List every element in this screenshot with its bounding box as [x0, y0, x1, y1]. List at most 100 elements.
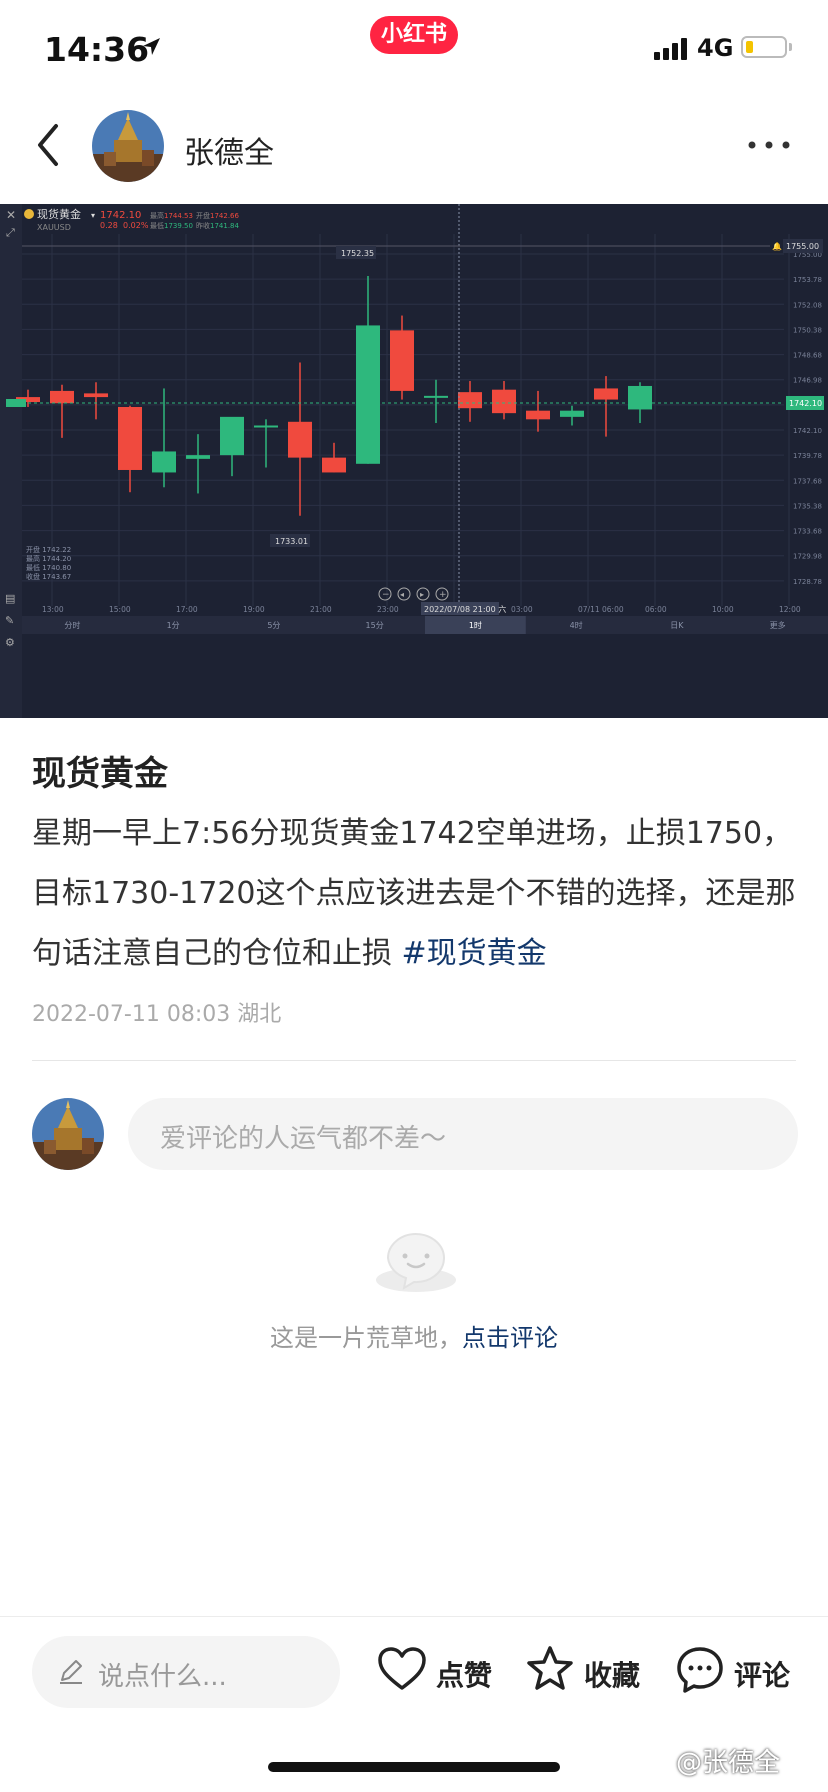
ohlc-value: 最低 1740.80: [26, 563, 71, 572]
candle-body: [526, 410, 550, 420]
header-field-label: 最高: [150, 211, 164, 220]
candle-body: [254, 425, 278, 428]
svg-text:▾: ▾: [91, 211, 95, 220]
status-bar: 14:36 小红书 4G: [0, 0, 828, 96]
y-tick-label: 1748.68: [793, 352, 822, 360]
y-tick-label: 1742.10: [793, 427, 822, 435]
candlestick-chart: ✕ ⤢ ▤ ✎ ⚙ 现货黄金 ▾ XAUUSD 1742.10 0.28 0.0…: [0, 204, 828, 718]
candle-body: [50, 390, 74, 404]
crosshair-date-label: 2022/07/08 21:00 六: [424, 604, 506, 614]
header-field-value: 1741.84: [210, 222, 239, 230]
chart-settings-icon: ⚙: [5, 636, 15, 649]
collect-button[interactable]: 收藏: [584, 1654, 640, 1694]
home-indicator: [268, 1762, 560, 1772]
chart-expand-icon: ⤢: [6, 226, 15, 239]
candle-body: [390, 330, 414, 391]
current-price-tag: 1742.10: [789, 399, 822, 408]
x-tick-label: 06:00: [645, 605, 667, 614]
y-tick-label: 1735.38: [793, 502, 822, 510]
chart-draw-icon: ✎: [5, 614, 14, 627]
y-tick-label: 1729.98: [793, 553, 822, 561]
author-name[interactable]: 张德全: [184, 128, 274, 172]
x-tick-label: 23:00: [377, 605, 399, 614]
svg-text:−: −: [382, 590, 390, 600]
author-avatar[interactable]: [92, 110, 164, 182]
post-meta: 2022-07-11 08:03 湖北: [32, 1002, 282, 1027]
chart-low-label: 1733.01: [275, 537, 308, 546]
ohlc-value: 收盘 1743.67: [26, 572, 71, 581]
more-options-icon[interactable]: [746, 130, 792, 160]
timeframe-tab: 分时: [64, 620, 80, 630]
x-tick-label: 13:00: [42, 605, 64, 614]
y-tick-label: 1753.78: [793, 276, 822, 284]
svg-text:▸: ▸: [420, 590, 424, 599]
timeframe-tab: 15分: [366, 621, 384, 630]
timeframe-tab: 5分: [267, 621, 280, 630]
candle-body: [628, 385, 652, 410]
back-arrow-icon[interactable]: [30, 120, 66, 170]
empty-comment-message: 这是一片荒草地，: [270, 1324, 462, 1352]
post-body: 星期一早上7:56分现货黄金1742空单进场，止损1750，目标1730-172…: [32, 804, 802, 984]
pencil-icon: [60, 1660, 82, 1684]
chart-indicator-icon: ▤: [5, 592, 15, 605]
heart-icon[interactable]: [376, 1644, 428, 1696]
alert-price-label: 1755.00: [786, 242, 819, 251]
cellular-signal-icon: [654, 38, 690, 60]
x-tick-label: 07/11 06:00: [578, 605, 624, 614]
timeframe-tab: 1分: [167, 621, 180, 630]
empty-comment-icon: [376, 1233, 456, 1292]
candle-body: [186, 455, 210, 459]
alert-bell-icon: 🔔: [772, 242, 782, 251]
ohlc-value: 开盘 1742.22: [26, 545, 71, 554]
comment-bubble-icon[interactable]: [674, 1644, 726, 1696]
y-tick-label: 1750.38: [793, 326, 822, 334]
header-field-label: 最低: [150, 221, 164, 230]
star-icon[interactable]: [524, 1644, 576, 1696]
candle-body: [458, 392, 482, 409]
candle-body: [152, 451, 176, 473]
x-tick-label: 21:00: [310, 605, 332, 614]
x-tick-label: 17:00: [176, 605, 198, 614]
post-title: 现货黄金: [32, 754, 168, 794]
comment-button[interactable]: 评论: [734, 1654, 790, 1694]
chart-symbol: 现货黄金: [37, 207, 81, 221]
timeframe-tab: 日K: [670, 621, 684, 630]
y-tick-label: 1733.68: [793, 528, 822, 536]
network-type: 4G: [697, 34, 734, 62]
ohlc-value: 最高 1744.20: [26, 554, 71, 563]
candle-body: [118, 406, 142, 470]
chart-zoom-controls: − ◂ ▸ +: [378, 587, 449, 601]
post-hashtag[interactable]: #现货黄金: [402, 936, 547, 971]
chart-screenshot: ✕ ⤢ ▤ ✎ ⚙ 现货黄金 ▾ XAUUSD 1742.10 0.28 0.0…: [0, 204, 828, 718]
say-something-placeholder[interactable]: 说点什么...: [98, 1656, 227, 1693]
x-tick-label: 03:00: [511, 605, 533, 614]
header-field-label: 开盘: [196, 211, 210, 220]
y-tick-label: 1746.98: [793, 377, 822, 385]
battery-icon: [741, 36, 787, 58]
chart-last-price: 1742.10: [100, 210, 141, 221]
svg-text:◂: ◂: [400, 590, 404, 599]
location-arrow-icon: [143, 38, 160, 55]
timeframe-tab: 4时: [570, 620, 583, 630]
header-field-value: 1744.53: [164, 212, 193, 220]
empty-comment-text: 这是一片荒草地，点击评论: [0, 1318, 828, 1353]
y-tick-label: 1737.68: [793, 477, 822, 485]
header-field-value: 1742.66: [210, 212, 239, 220]
candle-body: [288, 421, 312, 458]
chart-change-pct: 0.02%: [123, 221, 149, 230]
candle-body: [220, 416, 244, 456]
divider: [32, 1060, 796, 1061]
x-tick-label: 12:00: [779, 605, 801, 614]
svg-text:+: +: [439, 590, 447, 600]
like-button[interactable]: 点赞: [436, 1654, 492, 1694]
x-tick-label: 19:00: [243, 605, 265, 614]
comment-placeholder[interactable]: 爱评论的人运气都不差～: [160, 1118, 446, 1155]
chart-high-label: 1752.35: [341, 249, 374, 258]
candle-body: [560, 410, 584, 417]
candle-body: [424, 395, 448, 398]
y-tick-label: 1752.08: [793, 301, 822, 309]
candle-body: [322, 457, 346, 473]
header-field-label: 昨收: [196, 221, 210, 230]
timeframe-tab: 更多: [770, 620, 786, 630]
click-to-comment-link[interactable]: 点击评论: [462, 1324, 558, 1352]
